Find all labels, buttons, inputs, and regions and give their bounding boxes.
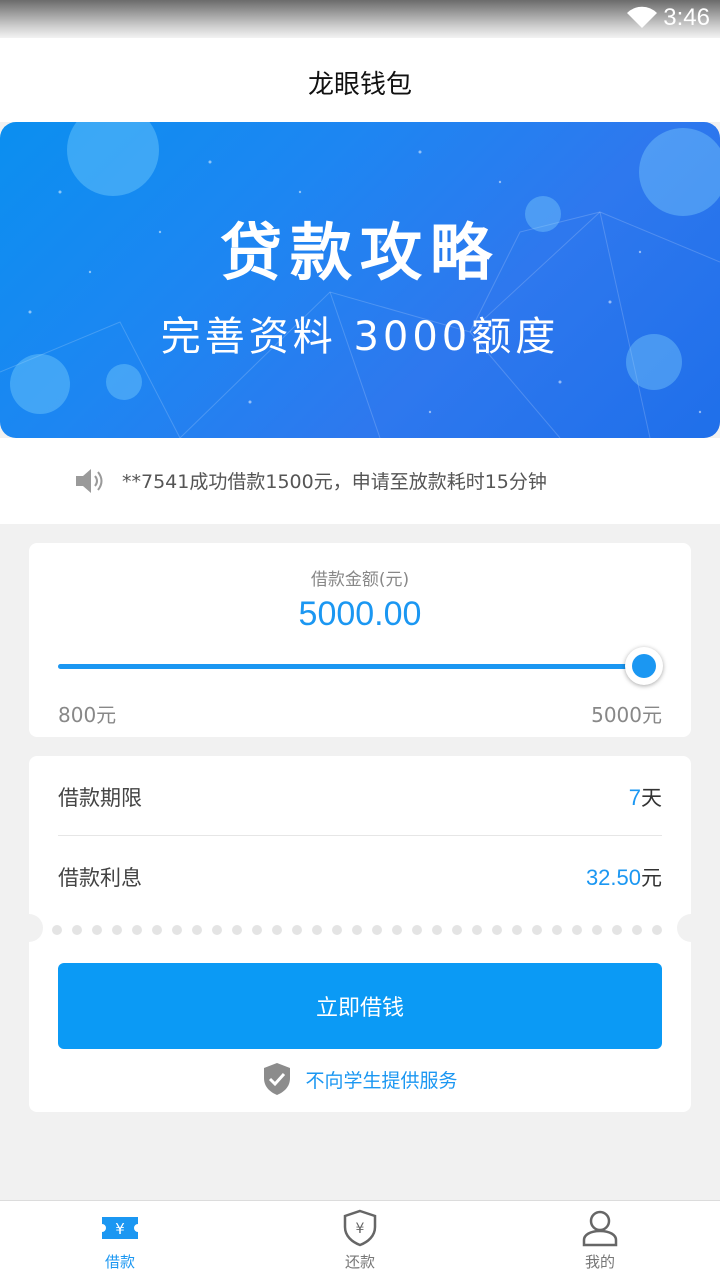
divider-dot [92,925,102,935]
divider-dot [472,925,482,935]
student-notice: 不向学生提供服务 [29,1062,691,1098]
divider-dot [612,925,622,935]
divider-dot [392,925,402,935]
loan-interest-number: 32.50 [585,865,641,890]
loan-term-value: 7天 [629,782,662,812]
speaker-icon [76,469,103,493]
divider-dot [212,925,222,935]
notice-text: **7541成功借款1500元，申请至放款耗时15分钟 [122,471,547,493]
divider-dot [372,925,382,935]
amount-min-label: 800元 [58,703,117,727]
dotted-divider [52,925,662,935]
yen-shield-icon: ¥ [343,1209,377,1247]
divider-dot [532,925,542,935]
divider-dot [132,925,142,935]
tab-repay[interactable]: ¥ 还款 [240,1201,480,1280]
divider-dot [172,925,182,935]
divider-dot [652,925,662,935]
banner-subline: 完善资料 3000额度 [160,314,560,360]
amount-label: 借款金额(元) [310,570,410,590]
svg-text:¥: ¥ [356,1221,365,1237]
amount-slider-thumb[interactable] [625,647,663,685]
divider-dot [352,925,362,935]
divider-dot [192,925,202,935]
amount-value: 5000.00 [298,595,422,633]
divider-dot [112,925,122,935]
person-icon [582,1210,618,1247]
page-title: 龙眼钱包 [307,70,412,100]
loan-term-label: 借款期限 [58,786,142,810]
divider-dot [312,925,322,935]
divider-dot [52,925,62,935]
bottom-tab-bar: ¥ 借款 ¥ 还款 我的 [0,1200,720,1280]
wifi-icon [627,6,657,29]
divider-dot [72,925,82,935]
student-notice-text: 不向学生提供服务 [305,1069,458,1092]
divider-dot [292,925,302,935]
divider-dot [232,925,242,935]
borrow-now-button[interactable]: 立即借钱 [58,963,662,1049]
banner-headline: 贷款攻略 [219,216,500,289]
loan-term-unit: 天 [641,786,662,810]
divider-dot [252,925,262,935]
divider-dot [332,925,342,935]
divider-dot [432,925,442,935]
loan-interest-row: 借款利息 32.50元 [58,836,662,916]
divider-dot [492,925,502,935]
tab-repay-label: 还款 [344,1253,375,1271]
divider-dot [272,925,282,935]
tab-loan-label: 借款 [104,1253,135,1271]
status-time: 3:46 [663,4,710,31]
header: 龙眼钱包 [0,38,720,122]
divider-dot [572,925,582,935]
loan-amount-card: 借款金额(元) 5000.00 800元 5000元 [29,543,691,737]
loan-term-row[interactable]: 借款期限 7天 [58,756,662,836]
loan-ticket-icon: ¥ [102,1217,138,1239]
status-bar: 3:46 [0,0,720,38]
divider-dot [152,925,162,935]
shield-check-icon [264,1063,291,1095]
divider-dot [512,925,522,935]
amount-slider[interactable] [58,647,663,685]
loan-interest-unit: 元 [641,866,662,890]
notice-bar: **7541成功借款1500元，申请至放款耗时15分钟 [0,438,720,524]
divider-dot [552,925,562,935]
divider-dot [452,925,462,935]
amount-max-label: 5000元 [591,703,662,727]
tab-mine[interactable]: 我的 [480,1201,720,1280]
loan-term-number: 7 [628,785,641,810]
amount-slider-fill [58,664,644,669]
divider-dot [632,925,642,935]
svg-text:¥: ¥ [115,1220,125,1238]
divider-dot [592,925,602,935]
loan-interest-label: 借款利息 [58,866,142,890]
loan-details-card: 借款期限 7天 借款利息 32.50元 立即借钱 不向学生提供服务 [15,756,705,1112]
tab-loan[interactable]: ¥ 借款 [0,1201,240,1280]
promo-banner[interactable]: 贷款攻略 完善资料 3000额度 [0,122,720,438]
tab-mine-label: 我的 [584,1253,615,1271]
divider-dot [412,925,422,935]
loan-interest-value: 32.50元 [586,862,662,892]
